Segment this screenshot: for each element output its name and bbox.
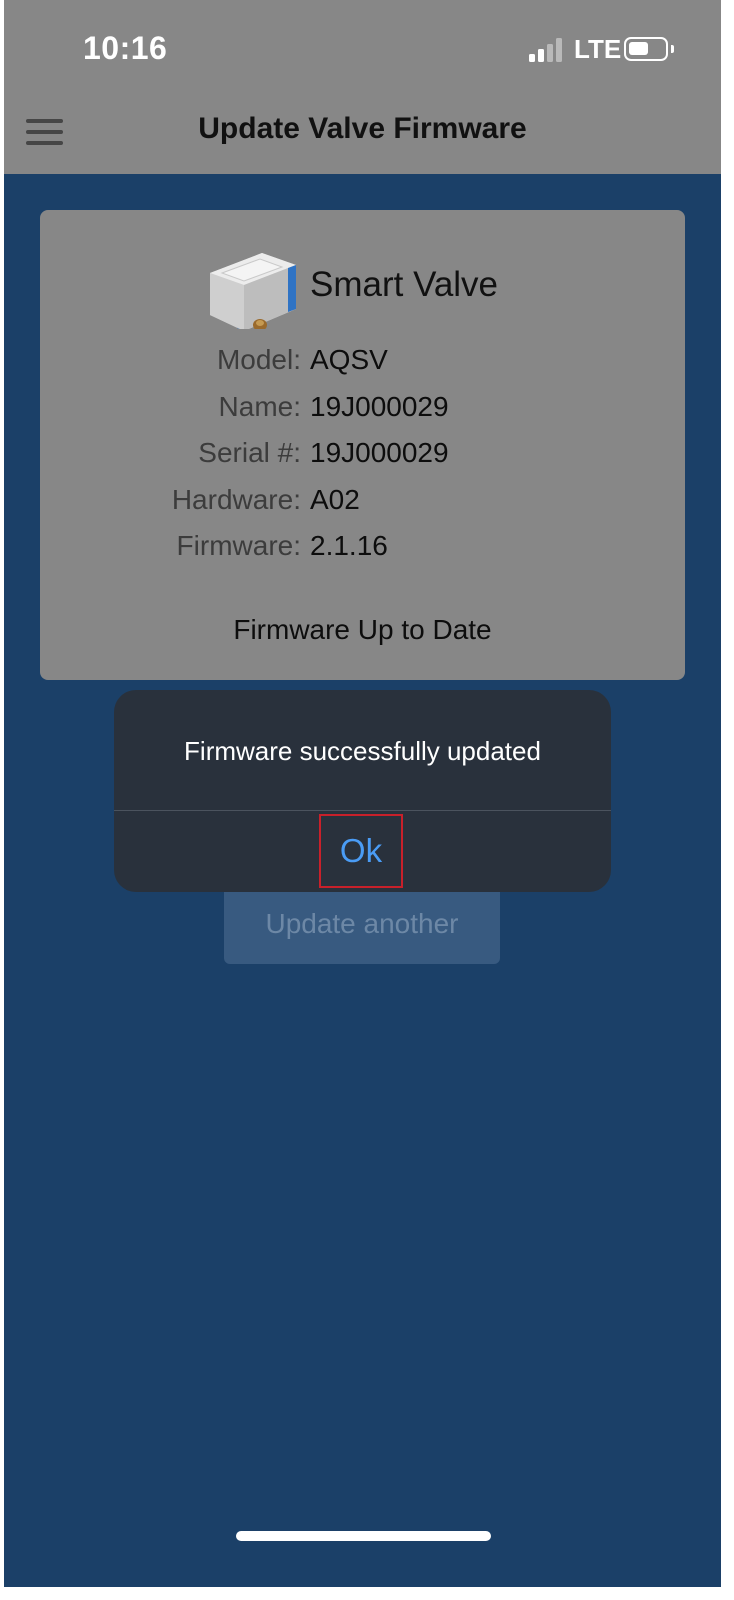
- hardware-value: A02: [310, 484, 360, 515]
- firmware-row: Firmware: 2.1.16: [40, 530, 685, 570]
- smart-valve-device-image: [210, 253, 296, 329]
- alert-dialog: Firmware successfully updated Ok: [114, 690, 611, 892]
- battery-cap: [671, 45, 674, 53]
- battery-icon: [624, 37, 668, 61]
- update-another-button[interactable]: Update another: [224, 884, 500, 964]
- name-label: Name:: [218, 391, 301, 422]
- home-indicator[interactable]: [236, 1531, 491, 1541]
- serial-row: Serial #: 19J000029: [40, 437, 685, 477]
- page-title: Update Valve Firmware: [198, 112, 527, 145]
- serial-value: 19J000029: [310, 437, 449, 468]
- device-info-card: Smart Valve Model: AQSV Name: 19J000029 …: [40, 210, 685, 680]
- battery-level: [629, 42, 648, 55]
- status-time: 10:16: [83, 30, 168, 66]
- model-value: AQSV: [310, 344, 388, 375]
- cellular-signal-icon: [529, 38, 563, 62]
- phone-screen: 10:16 LTE Update Valve Firmware Smart Va…: [4, 0, 721, 1587]
- firmware-label: Firmware:: [176, 530, 301, 561]
- device-name: Smart Valve: [310, 265, 499, 304]
- carrier-label: LTE: [574, 34, 622, 64]
- alert-divider: [114, 810, 611, 811]
- alert-message: Firmware successfully updated: [184, 736, 541, 766]
- firmware-status: Firmware Up to Date: [233, 614, 492, 645]
- name-row: Name: 19J000029: [40, 391, 685, 431]
- model-label: Model:: [216, 344, 301, 375]
- model-row: Model: AQSV: [40, 344, 685, 384]
- hardware-label: Hardware:: [171, 484, 301, 515]
- top-bar: 10:16 LTE Update Valve Firmware: [4, 0, 721, 174]
- serial-label: Serial #:: [198, 437, 301, 468]
- firmware-value: 2.1.16: [310, 530, 388, 561]
- name-value: 19J000029: [310, 391, 449, 422]
- hardware-row: Hardware: A02: [40, 484, 685, 524]
- ok-button[interactable]: Ok: [319, 814, 403, 888]
